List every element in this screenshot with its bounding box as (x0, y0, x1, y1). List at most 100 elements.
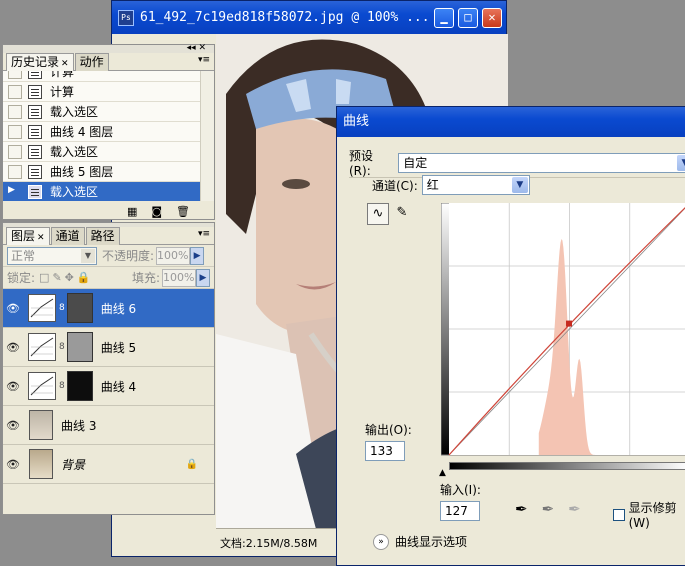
blend-row: 正常 ▼ 不透明度: 100% ▶ (3, 245, 214, 267)
history-item[interactable]: 计算 (3, 71, 214, 82)
maximize-button[interactable]: □ (458, 8, 478, 28)
history-footer: ▦ ◙ 🗑 (3, 201, 214, 221)
layer-mask-thumbnail[interactable] (66, 293, 93, 323)
input-field[interactable]: 127 (440, 501, 480, 521)
minimize-button[interactable]: ▁ (434, 8, 454, 28)
opacity-label: 不透明度: (102, 249, 155, 263)
curve-graph-svg[interactable] (440, 202, 685, 456)
fill-slider-button[interactable]: ▶ (196, 268, 210, 287)
history-item[interactable]: 载入选区 (3, 102, 214, 122)
curve-point-tool-icon[interactable]: ∿ (367, 203, 389, 225)
history-state-icon (28, 104, 42, 119)
layer-name: 曲线 4 (100, 379, 137, 394)
layer-row[interactable]: 👁 8 曲线 5 (3, 328, 214, 367)
display-options-label[interactable]: 曲线显示选项 (395, 533, 467, 550)
chevron-down-icon: ▼ (81, 248, 95, 263)
tab-channels[interactable]: 通道 (50, 227, 85, 245)
history-item[interactable]: 计算 (3, 82, 214, 102)
panel-grip[interactable]: ◂◂ ✕ (3, 43, 214, 53)
white-eyedropper-icon[interactable]: ✒ (568, 500, 581, 518)
layer-row-selected[interactable]: 👁 8 曲线 6 (3, 289, 214, 328)
opacity-slider-button[interactable]: ▶ (190, 246, 205, 265)
history-tabs: 历史记录 ✕ 动作 ▾≡ (3, 53, 214, 71)
document-titlebar[interactable]: Ps 61_492_7c19ed818f58072.jpg @ 100% ...… (112, 1, 506, 34)
layer-name: 背景 (61, 457, 86, 472)
output-gradient-bar (441, 203, 449, 455)
eye-icon[interactable]: 👁 (3, 302, 23, 315)
layers-tabs: 图层 ✕ 通道 路径 ▾≡ (3, 227, 214, 245)
channel-select[interactable]: 红 ▼ (421, 175, 530, 195)
history-item-selected[interactable]: ▶ 载入选区 (3, 182, 214, 201)
history-item[interactable]: 曲线 4 图层 (3, 122, 214, 142)
black-point-slider-icon[interactable]: ▲ (439, 468, 446, 478)
lock-row: 锁定: □✎✥🔒 填充: 100% ▶ (3, 267, 214, 289)
lock-options-icons[interactable]: □✎✥🔒 (39, 271, 94, 284)
eyedroppers: ✒ ✒ ✒ (515, 500, 581, 518)
curves-adjustment-thumbnail (28, 372, 56, 400)
document-size-readout: 文档:2.15M/8.58M (220, 536, 318, 550)
layer-name: 曲线 5 (100, 340, 137, 355)
show-clipping-checkbox[interactable] (613, 508, 625, 521)
preset-label: 预设(R): (349, 149, 374, 178)
link-icon: 8 (59, 303, 65, 313)
curves-dialog: 曲线 预设(R): 自定 ▼ 通道(C): 红 ▼ ∿ ✎ ▲ 输出(O): 1… (336, 106, 685, 566)
lock-icon: 🔒 (185, 458, 198, 470)
panel-menu-icon[interactable]: ▾≡ (198, 55, 210, 65)
layer-row[interactable]: 👁 8 曲线 4 (3, 367, 214, 406)
snapshot-icon[interactable]: ◙ (151, 205, 162, 218)
history-scrollbar[interactable] (200, 71, 214, 201)
eye-icon[interactable]: 👁 (3, 341, 23, 354)
layer-thumbnail (29, 449, 53, 479)
layer-row[interactable]: 👁 曲线 3 (3, 406, 214, 445)
panel-menu-icon[interactable]: ▾≡ (198, 229, 210, 239)
close-button[interactable]: ✕ (482, 8, 502, 28)
link-icon: 8 (59, 381, 65, 391)
history-item[interactable]: 载入选区 (3, 142, 214, 162)
tab-layers[interactable]: 图层 ✕ (6, 227, 50, 245)
history-state-icon (28, 84, 42, 99)
curve-graph[interactable] (440, 202, 685, 456)
curves-adjustment-thumbnail (28, 333, 56, 361)
pencil-icon[interactable]: ✎ (391, 203, 413, 225)
tab-actions[interactable]: 动作 (74, 53, 109, 71)
blend-mode-select[interactable]: 正常 ▼ (7, 246, 97, 265)
tab-history[interactable]: 历史记录 ✕ (6, 53, 74, 71)
expand-chevron-icon[interactable]: » (373, 533, 389, 550)
eye-icon[interactable]: 👁 (3, 419, 23, 432)
black-eyedropper-icon[interactable]: ✒ (515, 500, 528, 518)
history-panel: ◂◂ ✕ 历史记录 ✕ 动作 ▾≡ 计算 计算 载入选区 曲线 4 图层 载入选区… (2, 43, 215, 221)
fill-field[interactable]: 100% (162, 268, 196, 287)
input-gradient-bar (449, 462, 685, 470)
history-state-icon (28, 71, 42, 79)
trash-icon[interactable]: 🗑 (176, 205, 190, 218)
history-list: 计算 计算 载入选区 曲线 4 图层 载入选区 曲线 5 图层 ▶ 载入选区 (3, 71, 214, 201)
curves-titlebar[interactable]: 曲线 (337, 107, 685, 137)
output-label: 输出(O): (365, 423, 412, 437)
tab-paths[interactable]: 路径 (85, 227, 120, 245)
channel-label: 通道(C): (372, 178, 418, 193)
display-options-row: » 曲线显示选项 (373, 533, 467, 550)
preset-select[interactable]: 自定 ▼ (398, 152, 685, 173)
layer-mask-thumbnail[interactable] (66, 332, 93, 362)
layer-thumbnail (29, 410, 53, 440)
opacity-field[interactable]: 100% (156, 246, 191, 265)
link-icon: 8 (59, 342, 65, 352)
history-state-icon (28, 144, 42, 159)
eye-icon[interactable]: 👁 (3, 380, 23, 393)
chevron-down-icon: ▼ (511, 177, 528, 193)
close-icon[interactable]: ◂◂ ✕ (187, 43, 206, 53)
history-item[interactable]: 曲线 5 图层 (3, 162, 214, 182)
layer-row[interactable]: 👁 背景 🔒 (3, 445, 214, 484)
curve-control-point (566, 320, 573, 327)
input-label: 输入(I): (440, 483, 481, 497)
output-field[interactable]: 133 (365, 441, 405, 461)
history-state-icon (28, 124, 42, 139)
document-title: 61_492_7c19ed818f58072.jpg @ 100% ... (140, 10, 430, 25)
new-document-icon[interactable]: ▦ (127, 205, 137, 218)
show-clipping-option: 显示修剪(W) (613, 499, 685, 530)
layer-mask-thumbnail[interactable] (66, 371, 93, 401)
history-state-icon (28, 164, 42, 179)
layer-name: 曲线 3 (61, 418, 97, 433)
eye-icon[interactable]: 👁 (3, 458, 23, 471)
gray-eyedropper-icon[interactable]: ✒ (542, 500, 555, 518)
